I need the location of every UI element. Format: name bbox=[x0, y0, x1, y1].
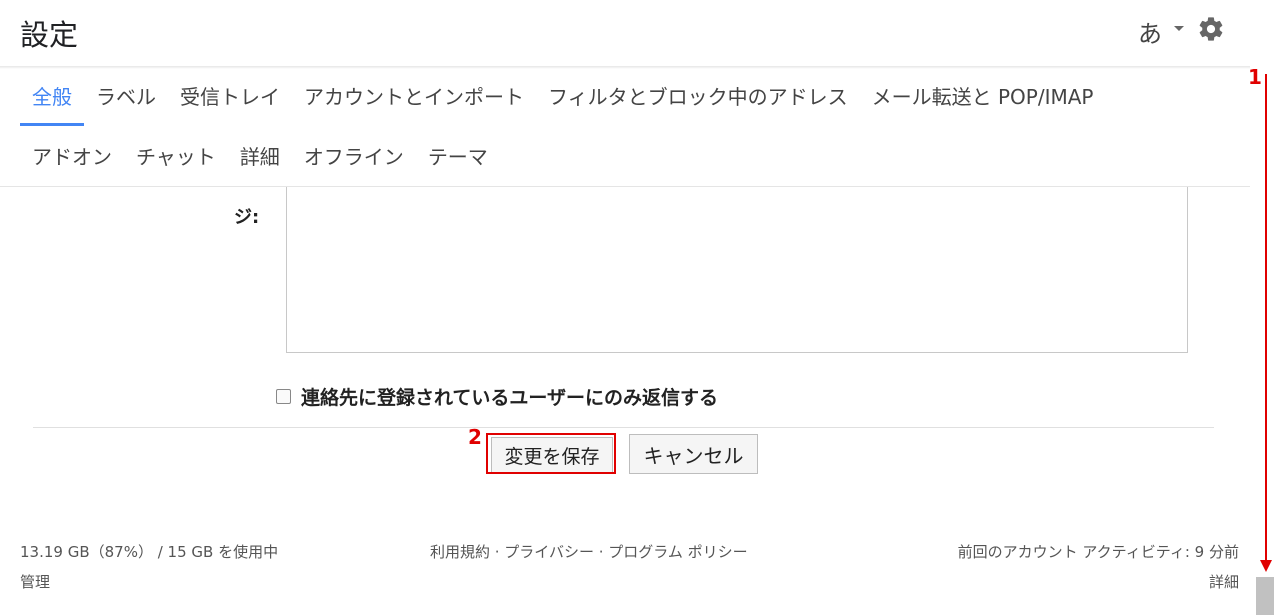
tab-themes[interactable]: テーマ bbox=[416, 128, 500, 186]
page-title: 設定 bbox=[20, 18, 79, 52]
policy-links[interactable]: 利用規約 · プライバシー · プログラム ポリシー bbox=[430, 541, 748, 562]
signature-editor[interactable] bbox=[286, 187, 1188, 353]
input-tools-button[interactable]: あ bbox=[1138, 14, 1162, 49]
scroll-down-arrow bbox=[1265, 74, 1267, 562]
activity-details-link[interactable]: 詳細 bbox=[1209, 571, 1239, 592]
callout-step-1: 1 bbox=[1248, 65, 1262, 89]
settings-tabs-row1: 全般 ラベル 受信トレイ アカウントとインポート フィルタとブロック中のアドレス… bbox=[20, 68, 1105, 126]
signature-label: ジ: bbox=[234, 207, 260, 228]
callout-step-2: 2 bbox=[468, 425, 482, 449]
manage-storage-link[interactable]: 管理 bbox=[20, 571, 50, 592]
tab-labels[interactable]: ラベル bbox=[84, 68, 168, 126]
tab-addons[interactable]: アドオン bbox=[20, 128, 124, 186]
tab-offline[interactable]: オフライン bbox=[292, 128, 416, 186]
tab-general[interactable]: 全般 bbox=[20, 68, 84, 126]
save-changes-button[interactable]: 変更を保存 bbox=[491, 437, 613, 473]
tab-chat[interactable]: チャット bbox=[124, 128, 228, 186]
last-activity: 前回のアカウント アクティビティ: 9 分前 bbox=[957, 543, 1239, 561]
gear-icon[interactable] bbox=[1197, 15, 1225, 43]
scrollbar-thumb[interactable] bbox=[1256, 577, 1274, 615]
contacts-only-label: 連絡先に登録されているユーザーにのみ返信する bbox=[301, 387, 719, 409]
settings-tabs-row2: アドオン チャット 詳細 オフライン テーマ bbox=[20, 128, 500, 186]
chevron-down-icon[interactable] bbox=[1174, 26, 1184, 31]
tab-accounts-import[interactable]: アカウントとインポート bbox=[292, 68, 536, 126]
contacts-only-option[interactable]: 連絡先に登録されているユーザーにのみ返信する bbox=[276, 383, 718, 410]
contacts-only-checkbox[interactable] bbox=[276, 389, 291, 404]
tab-filters-blocked[interactable]: フィルタとブロック中のアドレス bbox=[536, 68, 860, 126]
cancel-button[interactable]: キャンセル bbox=[629, 434, 758, 474]
tab-inbox[interactable]: 受信トレイ bbox=[168, 68, 292, 126]
arrow-down-icon bbox=[1260, 560, 1272, 572]
tab-advanced[interactable]: 詳細 bbox=[228, 128, 292, 186]
settings-header: 設定 あ bbox=[0, 0, 1250, 66]
storage-usage: 13.19 GB（87%） / 15 GB を使用中 bbox=[20, 543, 279, 561]
tab-forwarding-pop-imap[interactable]: メール転送と POP/IMAP bbox=[860, 68, 1106, 126]
actions-divider bbox=[33, 427, 1214, 428]
